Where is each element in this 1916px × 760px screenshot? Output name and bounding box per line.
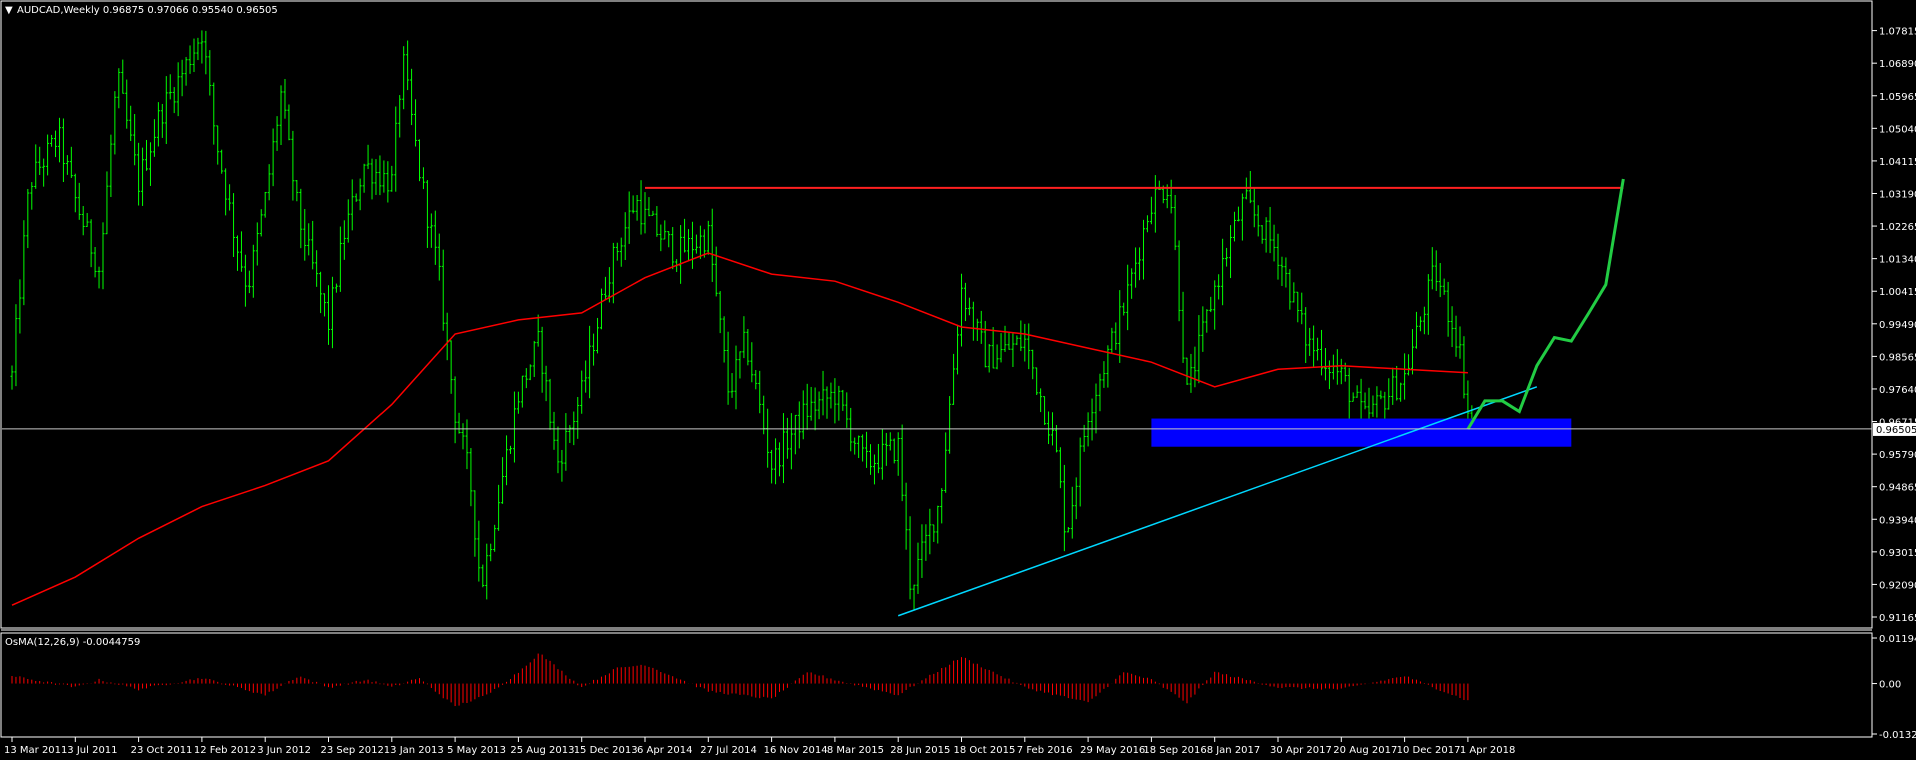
price-axis-label: 1.03190 <box>1879 189 1916 200</box>
price-axis-label: 0.95790 <box>1879 450 1916 461</box>
time-axis-label: 8 Mar 2015 <box>827 745 884 756</box>
chart-root: 1.07815 1.06890 1.05965 1.05040 1.04115 1.031… <box>0 0 1916 760</box>
price-axis-label: 0.99490 <box>1879 320 1916 331</box>
price-axis-label: 0.93940 <box>1879 515 1916 526</box>
price-axis-label: 0.92090 <box>1879 580 1916 591</box>
price-axis-label: 0.94865 <box>1879 483 1916 494</box>
indicator-header: OsMA(12,26,9) -0.0044759 <box>5 637 140 648</box>
time-axis-label: 29 May 2016 <box>1080 745 1145 756</box>
time-axis-label: 15 Dec 2013 <box>574 745 638 756</box>
chart-menu-icon[interactable]: ▼ <box>5 5 13 16</box>
time-axis-label: 7 Feb 2016 <box>1017 745 1073 756</box>
current-price-tag: 0.96505 <box>1876 425 1916 436</box>
price-axis-label: 0.97640 <box>1879 385 1916 396</box>
price-axis-label: 1.00415 <box>1879 287 1916 298</box>
chart-background <box>0 0 1916 760</box>
price-axis-label: 1.06890 <box>1879 59 1916 70</box>
price-axis-label: 0.91165 <box>1879 613 1916 624</box>
time-axis-label: 8 Jan 2017 <box>1207 745 1261 756</box>
price-axis-label: 0.93015 <box>1879 548 1916 559</box>
time-axis-label: 16 Nov 2014 <box>764 745 828 756</box>
time-axis-label: 5 May 2013 <box>447 745 506 756</box>
time-axis-label: 18 Oct 2015 <box>954 745 1016 756</box>
symbol-header: AUDCAD,Weekly 0.96875 0.97066 0.95540 0.… <box>17 5 278 16</box>
price-axis-label: 0.98565 <box>1879 352 1916 363</box>
time-axis-label: 20 Aug 2017 <box>1333 745 1397 756</box>
osma-axis-label: 0.011949 <box>1879 634 1916 645</box>
time-axis-label: 3 Jun 2012 <box>257 745 311 756</box>
time-axis-label: 27 Jul 2014 <box>700 745 757 756</box>
price-axis-label: 1.07815 <box>1879 27 1916 38</box>
time-axis-label: 30 Apr 2017 <box>1270 745 1332 756</box>
time-axis-label: 3 Jul 2011 <box>67 745 117 756</box>
time-axis-label: 28 Jun 2015 <box>890 745 950 756</box>
time-axis-label: 23 Oct 2011 <box>131 745 193 756</box>
time-axis-label: 1 Apr 2018 <box>1460 745 1515 756</box>
time-axis-label: 10 Dec 2017 <box>1397 745 1461 756</box>
time-axis-label: 18 Sep 2016 <box>1143 745 1206 756</box>
time-axis-label: 6 Apr 2014 <box>637 745 692 756</box>
price-axis-label: 1.04115 <box>1879 157 1916 168</box>
osma-axis-label: 0.00 <box>1879 680 1901 691</box>
time-axis-label: 13 Mar 2011 <box>4 745 67 756</box>
time-axis-label: 23 Sep 2012 <box>321 745 384 756</box>
price-axis-label: 1.05965 <box>1879 92 1916 103</box>
price-axis-label: 1.01340 <box>1879 255 1916 266</box>
time-axis-label: 12 Feb 2012 <box>194 745 256 756</box>
support-zone[interactable] <box>1151 418 1572 447</box>
price-axis-label: 1.05040 <box>1879 124 1916 135</box>
time-axis-label: 25 Aug 2013 <box>510 745 574 756</box>
time-axis-label: 13 Jan 2013 <box>384 745 444 756</box>
price-axis-label: 1.02265 <box>1879 222 1916 233</box>
osma-axis-label: -0.013231 <box>1879 730 1916 741</box>
